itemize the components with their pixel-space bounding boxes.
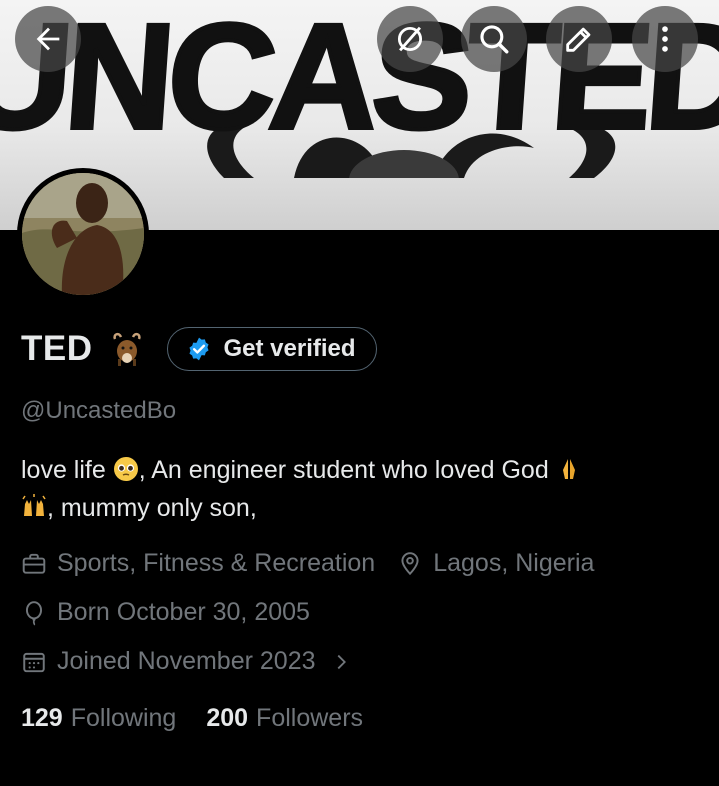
explore-button[interactable]: [377, 6, 443, 72]
followers-label: Followers: [256, 704, 364, 732]
edit-button[interactable]: [546, 6, 612, 72]
profile-bio: love life , An engineer student who love…: [21, 451, 701, 527]
location-pin-icon: [401, 551, 419, 575]
verified-badge-icon: [188, 337, 209, 361]
joined-text: Joined November 2023: [57, 647, 316, 675]
get-verified-button[interactable]: Get verified: [166, 327, 377, 371]
raising-hands-emoji-icon: [22, 494, 46, 516]
profile-handle: @UncastedBo: [21, 397, 177, 424]
bio-text-1: love life: [21, 456, 106, 484]
calendar-icon: [23, 652, 45, 672]
profile-joined[interactable]: Joined November 2023: [21, 647, 362, 676]
arrow-left-icon: [36, 27, 60, 51]
pleading-face-emoji-icon: [113, 457, 138, 481]
followers-link[interactable]: 200 Followers: [206, 704, 363, 733]
following-label: Following: [70, 704, 177, 732]
category-text: Sports, Fitness & Recreation: [57, 549, 376, 577]
get-verified-label: Get verified: [223, 335, 356, 362]
folded-hands-emoji-icon: [562, 459, 575, 479]
profile-birthday: Born October 30, 2005: [21, 598, 310, 627]
pencil-icon: [566, 27, 591, 52]
explore-icon: [397, 26, 423, 52]
search-icon: [480, 25, 509, 54]
more-button[interactable]: [632, 6, 698, 72]
chevron-right-icon: [337, 654, 346, 669]
goat-emoji-icon: [112, 332, 141, 366]
location-text: Lagos, Nigeria: [433, 549, 595, 577]
bio-text-2: , An engineer student who loved God: [138, 456, 549, 484]
profile-location: Lagos, Nigeria: [397, 549, 594, 578]
followers-count: 200: [206, 704, 249, 732]
back-button[interactable]: [15, 6, 81, 72]
profile-category: Sports, Fitness & Recreation: [21, 549, 375, 578]
profile-avatar[interactable]: [17, 168, 149, 300]
briefcase-icon: [22, 553, 46, 574]
profile-name: TED: [21, 329, 93, 368]
following-link[interactable]: 129 Following: [21, 704, 176, 733]
more-vertical-icon: [662, 26, 668, 52]
balloon-icon: [25, 600, 43, 626]
following-count: 129: [21, 704, 63, 732]
avatar-photo: [22, 173, 144, 295]
search-button[interactable]: [461, 6, 527, 72]
birthday-text: Born October 30, 2005: [57, 598, 310, 626]
bio-text-3: , mummy only son,: [47, 494, 257, 522]
